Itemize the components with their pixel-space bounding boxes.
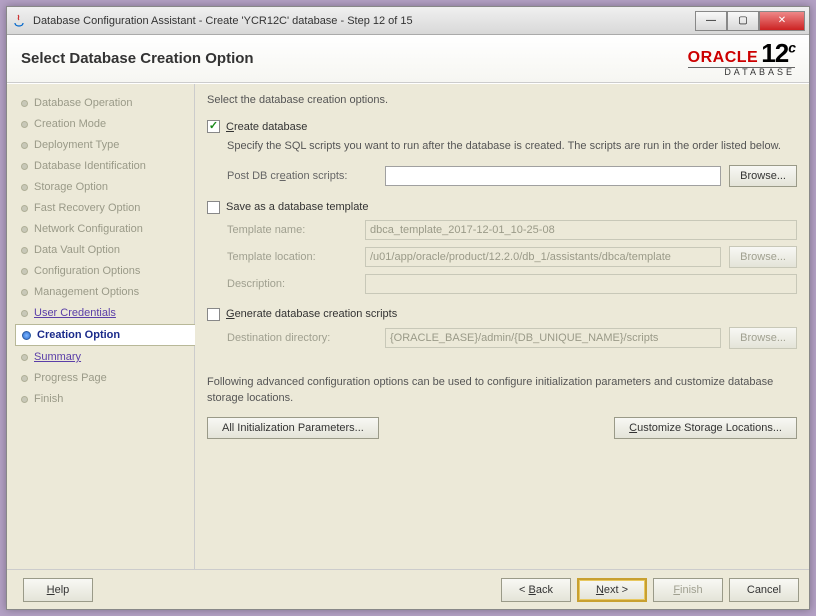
nav-step-10: Management Options — [15, 282, 194, 302]
nav-step-15: Finish — [15, 389, 194, 409]
nav-step-4: Database Identification — [15, 156, 194, 176]
create-database-section: Create database Specify the SQL scripts … — [207, 120, 797, 187]
nav-dot-icon — [21, 226, 28, 233]
nav-dot-icon — [21, 396, 28, 403]
dialog-window: Database Configuration Assistant - Creat… — [6, 6, 810, 610]
nav-step-13[interactable]: Summary — [15, 347, 194, 367]
nav-step-label: Network Configuration — [34, 223, 143, 235]
close-button[interactable]: ✕ — [759, 11, 805, 31]
brand-text: ORACLE — [688, 49, 759, 66]
nav-step-label: Progress Page — [34, 372, 107, 384]
window-title: Database Configuration Assistant - Creat… — [33, 15, 695, 27]
nav-step-14: Progress Page — [15, 368, 194, 388]
nav-dot-icon — [21, 184, 28, 191]
dest-browse-button: Browse... — [729, 327, 797, 349]
post-scripts-input[interactable] — [385, 166, 721, 186]
product-text: DATABASE — [688, 67, 795, 78]
nav-step-12[interactable]: Creation Option — [15, 324, 195, 346]
titlebar[interactable]: Database Configuration Assistant - Creat… — [7, 7, 809, 35]
window-controls: — ▢ ✕ — [695, 11, 805, 31]
footer: Help < Back Next > Finish Cancel — [7, 569, 809, 609]
nav-step-label: Database Identification — [34, 160, 146, 172]
generate-scripts-section: Generate database creation scripts Desti… — [207, 308, 797, 349]
template-name-input — [365, 220, 797, 240]
intro-text: Select the database creation options. — [207, 94, 797, 106]
template-desc-label: Description: — [227, 278, 357, 290]
template-browse-button: Browse... — [729, 246, 797, 268]
nav-step-8: Data Vault Option — [15, 240, 194, 260]
template-location-input — [365, 247, 721, 267]
dest-dir-label: Destination directory: — [227, 332, 377, 344]
dest-dir-input — [385, 328, 721, 348]
nav-step-label: Data Vault Option — [34, 244, 120, 256]
advanced-desc: Following advanced configuration options… — [207, 375, 797, 407]
generate-scripts-label: Generate database creation scripts — [226, 308, 397, 320]
help-button[interactable]: Help — [23, 578, 93, 602]
nav-dot-icon — [21, 310, 28, 317]
save-template-checkbox[interactable] — [207, 201, 220, 214]
nav-step-2: Creation Mode — [15, 114, 194, 134]
nav-dot-icon — [21, 205, 28, 212]
page-title: Select Database Creation Option — [21, 50, 254, 67]
oracle-logo: ORACLE 12c DATABASE — [688, 39, 795, 78]
nav-dot-icon — [21, 268, 28, 275]
content: Select the database creation options. Cr… — [195, 84, 809, 569]
save-template-label: Save as a database template — [226, 201, 368, 213]
nav-step-label: Finish — [34, 393, 63, 405]
template-name-label: Template name: — [227, 224, 357, 236]
nav-step-11[interactable]: User Credentials — [15, 303, 194, 323]
body: Database Operation Creation Mode Deploymen… — [7, 83, 809, 569]
nav-step-7: Network Configuration — [15, 219, 194, 239]
finish-button: Finish — [653, 578, 723, 602]
cancel-button[interactable]: Cancel — [729, 578, 799, 602]
post-scripts-label: Post DB creation scripts: — [227, 170, 377, 182]
nav-step-label: Creation Mode — [34, 118, 106, 130]
post-scripts-browse-button[interactable]: Browse... — [729, 165, 797, 187]
nav-step-5: Storage Option — [15, 177, 194, 197]
create-database-label: Create database — [226, 121, 307, 133]
nav-dot-icon — [22, 331, 31, 340]
nav-step-label: Storage Option — [34, 181, 108, 193]
nav-dot-icon — [21, 121, 28, 128]
nav-step-9: Configuration Options — [15, 261, 194, 281]
nav-step-6: Fast Recovery Option — [15, 198, 194, 218]
create-database-checkbox[interactable] — [207, 120, 220, 133]
advanced-section: Following advanced configuration options… — [207, 375, 797, 439]
nav-step-label: Deployment Type — [34, 139, 119, 151]
back-button[interactable]: < Back — [501, 578, 571, 602]
nav-step-label: Management Options — [34, 286, 139, 298]
save-template-section: Save as a database template Template nam… — [207, 201, 797, 294]
generate-scripts-checkbox[interactable] — [207, 308, 220, 321]
nav-dot-icon — [21, 100, 28, 107]
nav-step-label: Database Operation — [34, 97, 132, 109]
template-location-label: Template location: — [227, 251, 357, 263]
nav-step-label: Fast Recovery Option — [34, 202, 140, 214]
wizard-nav: Database Operation Creation Mode Deploymen… — [7, 84, 195, 569]
java-icon — [11, 13, 27, 29]
nav-step-3: Deployment Type — [15, 135, 194, 155]
nav-dot-icon — [21, 142, 28, 149]
nav-dot-icon — [21, 375, 28, 382]
nav-dot-icon — [21, 247, 28, 254]
maximize-button[interactable]: ▢ — [727, 11, 759, 31]
nav-step-1: Database Operation — [15, 93, 194, 113]
nav-step-label: Creation Option — [37, 329, 120, 341]
nav-dot-icon — [21, 163, 28, 170]
init-params-button[interactable]: All Initialization Parameters... — [207, 417, 379, 439]
create-db-desc: Specify the SQL scripts you want to run … — [227, 139, 797, 155]
nav-dot-icon — [21, 354, 28, 361]
nav-step-label: Configuration Options — [34, 265, 140, 277]
nav-dot-icon — [21, 289, 28, 296]
minimize-button[interactable]: — — [695, 11, 727, 31]
header: Select Database Creation Option ORACLE 1… — [7, 35, 809, 83]
customize-storage-button[interactable]: Customize Storage Locations... — [614, 417, 797, 439]
next-button[interactable]: Next > — [577, 578, 647, 602]
nav-step-label: User Credentials — [34, 307, 116, 319]
nav-step-label: Summary — [34, 351, 81, 363]
template-desc-input — [365, 274, 797, 294]
